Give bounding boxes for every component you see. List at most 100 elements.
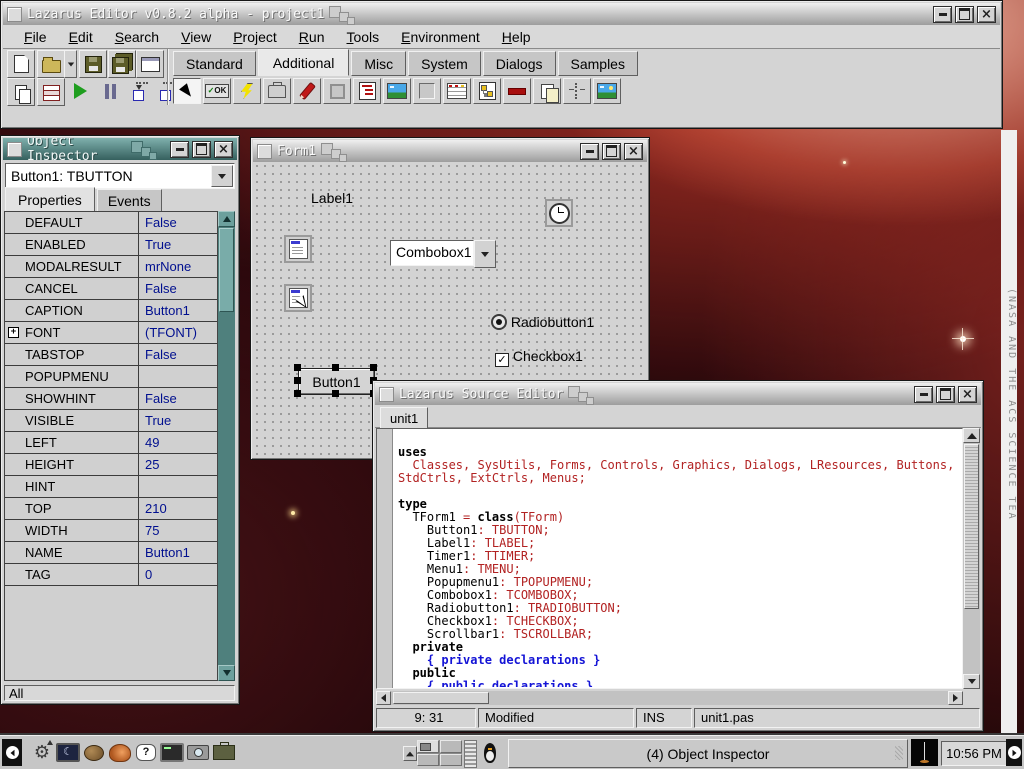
menu-run[interactable]: Run <box>288 27 336 47</box>
close-button[interactable]: × <box>958 386 977 403</box>
new-form-icon[interactable] <box>136 50 164 78</box>
property-value[interactable]: (TFONT) <box>139 322 217 343</box>
property-value[interactable] <box>139 476 217 497</box>
palette-tab-samples[interactable]: Samples <box>558 51 638 76</box>
property-row[interactable]: HINT <box>5 476 217 498</box>
treeview-icon[interactable] <box>473 78 501 104</box>
menu-file[interactable]: File <box>13 27 58 47</box>
stringgrid-icon[interactable] <box>443 78 471 104</box>
tab-properties[interactable]: Properties <box>5 187 95 212</box>
property-name[interactable]: TABSTOP <box>5 344 139 365</box>
shape-icon[interactable] <box>323 78 351 104</box>
select-cursor-icon[interactable] <box>173 78 201 104</box>
save-all-icon[interactable] <box>108 50 136 78</box>
window-menu-icon[interactable] <box>379 387 394 402</box>
window-menu-icon[interactable] <box>7 142 22 157</box>
property-row[interactable]: HEIGHT25 <box>5 454 217 476</box>
popup-menu-component-icon[interactable] <box>284 284 312 312</box>
maximize-button[interactable] <box>936 386 955 403</box>
code-area[interactable]: uses Classes, SysUtils, Forms, Controls,… <box>398 433 961 687</box>
property-row[interactable]: ENABLEDTrue <box>5 234 217 256</box>
notebook-icon[interactable] <box>263 78 291 104</box>
property-value[interactable]: True <box>139 234 217 255</box>
property-row[interactable]: NAMEButton1 <box>5 542 217 564</box>
scroll-left-icon[interactable] <box>376 691 391 705</box>
maximize-button[interactable] <box>955 6 974 23</box>
new-file-icon[interactable] <box>7 50 35 78</box>
property-name[interactable]: SHOWHINT <box>5 388 139 409</box>
desktop-moon-icon[interactable]: ☾ <box>56 740 80 765</box>
property-name[interactable]: WIDTH <box>5 520 139 541</box>
form1-titlebar[interactable]: Form1 × <box>253 140 647 162</box>
scroll-down-icon[interactable] <box>218 665 235 681</box>
property-name[interactable]: LEFT <box>5 432 139 453</box>
property-row[interactable]: VISIBLETrue <box>5 410 217 432</box>
panel-hide-right-button[interactable] <box>1006 739 1022 766</box>
timer-component-icon[interactable] <box>545 199 573 227</box>
property-value[interactable]: 0 <box>139 564 217 585</box>
save-icon[interactable] <box>79 50 107 78</box>
pager-desktop-1[interactable] <box>417 740 439 753</box>
toolbox-icon[interactable] <box>212 740 236 765</box>
editor-vertical-scrollbar[interactable] <box>963 428 980 689</box>
property-name[interactable]: MODALRESULT <box>5 256 139 277</box>
selection-handle[interactable] <box>332 390 339 397</box>
property-value[interactable]: mrNone <box>139 256 217 277</box>
tab-events[interactable]: Events <box>97 189 162 212</box>
palette-tab-additional[interactable]: Additional <box>258 49 350 76</box>
property-row[interactable]: TABSTOPFalse <box>5 344 217 366</box>
label1-control[interactable]: Label1 <box>311 190 353 206</box>
taskbar-window-button[interactable]: (4) Object Inspector <box>508 739 908 768</box>
kde-menu-icon[interactable]: ⚙ <box>30 740 54 765</box>
pager-desktop-4[interactable] <box>440 754 462 767</box>
close-button[interactable]: × <box>214 141 233 158</box>
property-value[interactable]: False <box>139 344 217 365</box>
menu-edit[interactable]: Edit <box>58 27 104 47</box>
menu-tools[interactable]: Tools <box>335 27 390 47</box>
property-row[interactable]: TAG0 <box>5 564 217 586</box>
open-recent-dropdown-icon[interactable] <box>64 50 77 78</box>
checkbox1-control[interactable]: ✓ Checkbox1 <box>495 348 583 367</box>
editor-horizontal-scrollbar[interactable] <box>376 691 963 705</box>
selection-handle[interactable] <box>294 377 301 384</box>
source-editor-titlebar[interactable]: Lazarus Source Editor × <box>375 383 981 405</box>
property-row[interactable]: LEFT49 <box>5 432 217 454</box>
selection-handle[interactable] <box>294 390 301 397</box>
property-name[interactable]: HEIGHT <box>5 454 139 475</box>
property-value[interactable]: 49 <box>139 432 217 453</box>
property-value[interactable]: False <box>139 212 217 233</box>
panel-hide-left-button[interactable] <box>2 739 22 766</box>
property-value[interactable]: Button1 <box>139 542 217 563</box>
property-name[interactable]: TOP <box>5 498 139 519</box>
property-value[interactable] <box>139 366 217 387</box>
palette-tab-system[interactable]: System <box>408 51 481 76</box>
property-name[interactable]: VISIBLE <box>5 410 139 431</box>
bevel-icon[interactable] <box>413 78 441 104</box>
selection-handle[interactable] <box>294 364 301 371</box>
property-row[interactable]: MODALRESULTmrNone <box>5 256 217 278</box>
lamp-applet-icon[interactable] <box>911 739 938 766</box>
window-menu-icon[interactable] <box>7 7 22 22</box>
pager-up-icon[interactable] <box>403 746 417 761</box>
toggle-form-unit-icon[interactable] <box>7 78 35 106</box>
bitbtn-icon[interactable]: ✓OK <box>203 78 231 104</box>
scrollbar-thumb[interactable] <box>219 228 234 312</box>
close-button[interactable]: × <box>624 143 643 160</box>
property-name[interactable]: DEFAULT <box>5 212 139 233</box>
shell-nut-icon[interactable] <box>82 740 106 765</box>
expand-icon[interactable]: + <box>8 327 19 338</box>
menu-environment[interactable]: Environment <box>390 27 491 47</box>
maximize-button[interactable] <box>192 141 211 158</box>
palette-tab-dialogs[interactable]: Dialogs <box>483 51 556 76</box>
selection-handle[interactable] <box>370 364 377 371</box>
paintbox-icon[interactable] <box>593 78 621 104</box>
property-name[interactable]: TAG <box>5 564 139 585</box>
menu-view[interactable]: View <box>170 27 222 47</box>
pause-icon[interactable] <box>97 78 123 104</box>
splitter-icon[interactable] <box>563 78 591 104</box>
property-value[interactable]: False <box>139 278 217 299</box>
property-row[interactable]: POPUPMENU <box>5 366 217 388</box>
property-name[interactable]: NAME <box>5 542 139 563</box>
minimize-button[interactable] <box>914 386 933 403</box>
minimize-button[interactable] <box>580 143 599 160</box>
